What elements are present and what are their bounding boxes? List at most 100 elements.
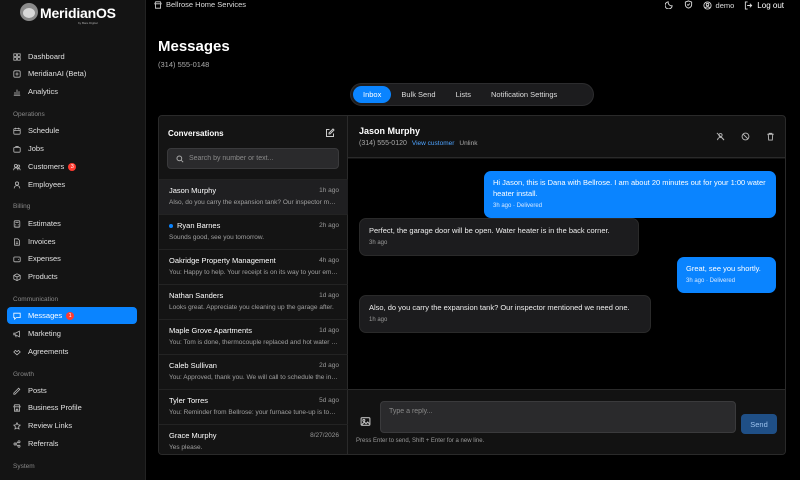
nav-section-communication: Communication [13,296,59,303]
tab-notification-settings[interactable]: Notification Settings [481,86,567,103]
sidebar-item-meridianai[interactable]: MeridianAI (Beta) [7,65,137,82]
conversation-preview: Yes please. [169,444,203,451]
conversation-search[interactable] [167,148,339,169]
logout-label: Log out [757,1,784,10]
users-icon [13,163,21,171]
brand-name: MeridianOS [40,5,116,21]
messages-badge: 1 [66,311,75,320]
sidebar-item-customers[interactable]: Customers 3 [7,158,137,175]
sidebar-item-label: Analytics [28,87,59,96]
conversations-column: Conversations Jason Murphy 1h ago Also, … [159,116,348,454]
sidebar-item-label: Posts [28,386,47,395]
chat-header: Jason Murphy (314) 555-0120 View custome… [348,116,785,158]
page-phone: (314) 555-0148 [158,60,210,69]
message-bubble-incoming: Perfect, the garage door will be open. W… [359,218,639,256]
conversation-time: 2h ago [319,222,339,229]
conversation-preview: Looks great. Appreciate you cleaning up … [169,304,334,311]
sidebar-item-referrals[interactable]: Referrals [7,435,137,452]
sidebar-item-analytics[interactable]: Analytics [7,83,137,100]
composer-hint: Press Enter to send, Shift + Enter for a… [356,438,485,444]
conversation-item[interactable]: Ryan Barnes 2h ago Sounds good, see you … [159,214,348,249]
briefcase-icon [13,145,21,153]
send-button[interactable]: Send [741,414,777,434]
share-icon [13,439,21,448]
box-icon [13,272,21,281]
conversation-item[interactable]: Caleb Sullivan 2d ago You: Approved, tha… [159,354,348,389]
sidebar-item-estimates[interactable]: Estimates [7,215,137,232]
username: demo [715,1,735,10]
brand[interactable]: MeridianOS by Bare Digital [20,3,140,31]
message-icon [13,312,21,320]
sidebar-item-products[interactable]: Products [7,268,137,285]
conversation-item[interactable]: Maple Grove Apartments 1d ago You: Tom i… [159,319,348,354]
brand-logo-icon [20,3,38,21]
conversation-name: Jason Murphy [169,186,217,195]
tab-inbox[interactable]: Inbox [353,86,392,103]
conversation-item[interactable]: Tyler Torres 5d ago You: Reminder from B… [159,389,348,424]
conversation-list: Jason Murphy 1h ago Also, do you carry t… [159,179,348,454]
nav-section-growth: Growth [13,371,34,378]
sidebar-item-marketing[interactable]: Marketing [7,325,137,342]
conversation-time: 4h ago [319,257,339,264]
star-icon [13,421,21,430]
image-attach-icon[interactable] [360,416,371,427]
message-meta: 3h ago · Delivered [686,278,736,284]
sidebar-item-label: Review Links [28,421,73,430]
tab-bar: Inbox Bulk Send Lists Notification Setti… [350,83,594,106]
grid-icon [13,52,21,61]
post-icon [13,387,21,395]
sidebar-item-agreements[interactable]: Agreements [7,343,137,360]
reply-input[interactable] [389,408,727,426]
message-meta: 1h ago [369,317,388,323]
unlink-contact-icon[interactable] [716,132,725,141]
sidebar-item-label: Employees [28,180,66,189]
shield-check-icon[interactable] [684,0,693,11]
conversation-preview: You: Reminder from Bellrose: your furnac… [169,409,339,416]
theme-toggle-moon-icon[interactable] [664,0,674,11]
chat-column: Jason Murphy (314) 555-0120 View custome… [348,116,785,454]
view-customer-link[interactable]: View customer [412,140,455,147]
compose-icon[interactable] [325,128,335,138]
tab-bulk-send[interactable]: Bulk Send [391,86,445,103]
store-icon [13,403,21,412]
business-switcher[interactable]: Bellrose Home Services [154,0,246,9]
sidebar-item-messages[interactable]: Messages 1 [7,307,137,324]
conversation-item[interactable]: Jason Murphy 1h ago Also, do you carry t… [159,179,348,214]
user-menu[interactable]: demo [702,1,735,10]
sidebar-item-label: Messages [28,311,63,320]
topbar: Bellrose Home Services demo Log out [146,0,800,12]
search-icon [176,155,184,163]
sidebar-item-posts[interactable]: Posts [7,382,137,399]
conversation-item[interactable]: Oakridge Property Management 4h ago You:… [159,249,348,284]
unread-dot-icon [169,223,173,228]
sidebar-item-review-links[interactable]: Review Links [7,417,137,434]
trash-icon[interactable] [766,132,775,141]
unlink-button[interactable]: Unlink [459,140,477,147]
sidebar-item-employees[interactable]: Employees [7,176,137,193]
conversation-item[interactable]: Nathan Sanders 1d ago Looks great. Appre… [159,284,348,319]
block-icon[interactable] [741,132,750,141]
search-input[interactable] [188,155,338,162]
conversation-item[interactable]: Grace Murphy 8/27/2026 Yes please. [159,424,348,454]
nav-section-billing: Billing [13,203,31,210]
sidebar-item-invoices[interactable]: Invoices [7,233,137,250]
sidebar-item-jobs[interactable]: Jobs [7,140,137,157]
store-icon [154,0,162,9]
conversation-time: 5d ago [319,397,339,404]
sidebar-item-label: Dashboard [28,52,65,61]
messages-panel: Conversations Jason Murphy 1h ago Also, … [158,115,786,455]
sidebar-item-label: Marketing [28,329,61,338]
sidebar-item-label: Invoices [28,237,56,246]
chat-actions [716,132,775,141]
sparkle-icon [13,69,21,78]
conversation-preview: You: Happy to help. Your receipt is on i… [169,269,339,276]
tab-lists[interactable]: Lists [446,86,481,103]
logout-button[interactable]: Log out [744,1,784,10]
megaphone-icon [13,330,21,338]
sidebar-item-business-profile[interactable]: Business Profile [7,399,137,416]
sidebar-item-schedule[interactable]: Schedule [7,122,137,139]
sidebar-item-label: Schedule [28,126,60,135]
sidebar-item-dashboard[interactable]: Dashboard [7,48,137,65]
sidebar-item-expenses[interactable]: Expenses [7,250,137,267]
reply-box[interactable] [380,401,736,433]
